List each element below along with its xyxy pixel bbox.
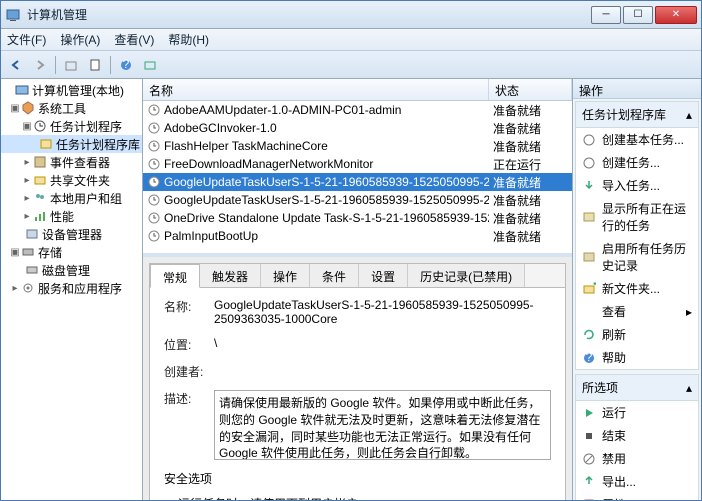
location-label: 位置:: [164, 336, 214, 353]
tree-schedlib[interactable]: 任务计划程序库: [1, 135, 142, 153]
action-new-folder[interactable]: ✚新文件夹...: [576, 277, 698, 300]
tree-devmgr[interactable]: 设备管理器: [1, 225, 142, 243]
tree-shared[interactable]: ▸共享文件夹: [1, 171, 142, 189]
col-name[interactable]: 名称: [143, 79, 489, 100]
tab-history[interactable]: 历史记录(已禁用): [408, 264, 525, 287]
name-label: 名称:: [164, 298, 214, 326]
actions-pane: 操作 任务计划程序库▴ 创建基本任务... 创建任务... 导入任务... 显示…: [573, 79, 701, 500]
svg-text:?: ?: [123, 58, 130, 71]
maximize-button[interactable]: ☐: [623, 6, 653, 24]
task-row[interactable]: OneDrive Standalone Update Task-S-1-5-21…: [143, 209, 572, 227]
nav-tree[interactable]: 计算机管理(本地) ▣系统工具 ▣任务计划程序 任务计划程序库 ▸事件查看器 ▸…: [1, 79, 143, 500]
task-row[interactable]: AdobeGCInvoker-1.0准备就绪: [143, 119, 572, 137]
action-export[interactable]: 导出...: [576, 470, 698, 493]
tab-general[interactable]: 常规: [150, 264, 200, 288]
action-view[interactable]: 查看▸: [576, 300, 698, 323]
action-help[interactable]: ?帮助: [576, 346, 698, 369]
action-end[interactable]: 结束: [576, 424, 698, 447]
tree-users[interactable]: ▸本地用户和组: [1, 189, 142, 207]
desc-label: 描述:: [164, 390, 214, 460]
desc-value[interactable]: 请确保使用最新版的 Google 软件。如果停用或中断此任务，则您的 Googl…: [214, 390, 551, 460]
action-create-task[interactable]: 创建任务...: [576, 151, 698, 174]
close-button[interactable]: ✕: [655, 6, 697, 24]
menu-action[interactable]: 操作(A): [60, 31, 100, 48]
action-properties[interactable]: 属性: [576, 493, 698, 500]
location-value: \: [214, 336, 551, 353]
svg-text:✚: ✚: [593, 282, 596, 291]
task-row[interactable]: AdobeAAMUpdater-1.0-ADMIN-PC01-admin准备就绪: [143, 101, 572, 119]
action-import[interactable]: 导入任务...: [576, 174, 698, 197]
tree-eventvwr[interactable]: ▸事件查看器: [1, 153, 142, 171]
actions-header: 操作: [573, 79, 701, 99]
collapse-icon[interactable]: ▴: [686, 381, 692, 395]
tree-services[interactable]: ▸服务和应用程序: [1, 279, 142, 297]
menu-help[interactable]: 帮助(H): [168, 31, 209, 48]
menu-file[interactable]: 文件(F): [7, 31, 46, 48]
runas-label: 运行任务时，请使用下列用户帐户:: [178, 495, 551, 500]
security-title: 安全选项: [164, 470, 551, 487]
tree-root[interactable]: 计算机管理(本地): [1, 81, 142, 99]
actions-group-library[interactable]: 任务计划程序库▴: [576, 102, 698, 128]
menubar: 文件(F) 操作(A) 查看(V) 帮助(H): [1, 29, 701, 51]
author-label: 创建者:: [164, 363, 214, 380]
tree-storage[interactable]: ▣存储: [1, 243, 142, 261]
app-icon: [5, 7, 21, 23]
svg-text:?: ?: [586, 351, 593, 364]
task-list[interactable]: AdobeAAMUpdater-1.0-ADMIN-PC01-admin准备就绪…: [143, 101, 572, 253]
tab-settings[interactable]: 设置: [359, 264, 408, 287]
action-enable-history[interactable]: 启用所有任务历史记录: [576, 237, 698, 277]
action-create-basic[interactable]: 创建基本任务...: [576, 128, 698, 151]
forward-button[interactable]: [29, 54, 51, 76]
task-row[interactable]: FlashHelper TaskMachineCore准备就绪: [143, 137, 572, 155]
tree-systools[interactable]: ▣系统工具: [1, 99, 142, 117]
action-show-running[interactable]: 显示所有正在运行的任务: [576, 197, 698, 237]
minimize-button[interactable]: ─: [591, 6, 621, 24]
tree-diskmgr[interactable]: 磁盘管理: [1, 261, 142, 279]
name-value: GoogleUpdateTaskUserS-1-5-21-1960585939-…: [214, 298, 551, 326]
refresh-icon[interactable]: [139, 54, 161, 76]
col-status[interactable]: 状态: [489, 79, 572, 100]
properties-icon[interactable]: [84, 54, 106, 76]
tree-scheduler[interactable]: ▣任务计划程序: [1, 117, 142, 135]
details-pane: 常规 触发器 操作 条件 设置 历史记录(已禁用) 名称:GoogleUpdat…: [143, 257, 572, 500]
tree-perf[interactable]: ▸性能: [1, 207, 142, 225]
window-title: 计算机管理: [27, 6, 591, 23]
toolbar: ?: [1, 51, 701, 79]
task-row[interactable]: PalmInputBootUp准备就绪: [143, 227, 572, 245]
action-run[interactable]: 运行: [576, 401, 698, 424]
task-row[interactable]: GoogleUpdateTaskUserS-1-5-21-1960585939-…: [143, 191, 572, 209]
back-button[interactable]: [5, 54, 27, 76]
up-button[interactable]: [60, 54, 82, 76]
actions-group-selected[interactable]: 所选项▴: [576, 375, 698, 401]
tab-conditions[interactable]: 条件: [310, 264, 359, 287]
tab-triggers[interactable]: 触发器: [200, 264, 261, 287]
menu-view[interactable]: 查看(V): [114, 31, 154, 48]
task-row[interactable]: GoogleUpdateTaskUserS-1-5-21-1960585939-…: [143, 173, 572, 191]
titlebar[interactable]: 计算机管理 ─ ☐ ✕: [1, 1, 701, 29]
help-icon[interactable]: ?: [115, 54, 137, 76]
detail-tabs: 常规 触发器 操作 条件 设置 历史记录(已禁用): [150, 264, 565, 288]
author-value: [214, 363, 551, 380]
tab-actions[interactable]: 操作: [261, 264, 310, 287]
collapse-icon[interactable]: ▴: [686, 108, 692, 122]
action-refresh[interactable]: 刷新: [576, 323, 698, 346]
chevron-right-icon: ▸: [686, 305, 692, 319]
app-window: 计算机管理 ─ ☐ ✕ 文件(F) 操作(A) 查看(V) 帮助(H) ? 计算…: [0, 0, 702, 501]
action-disable[interactable]: 禁用: [576, 447, 698, 470]
task-row[interactable]: FreeDownloadManagerNetworkMonitor正在运行: [143, 155, 572, 173]
task-list-header: 名称 状态: [143, 79, 572, 101]
